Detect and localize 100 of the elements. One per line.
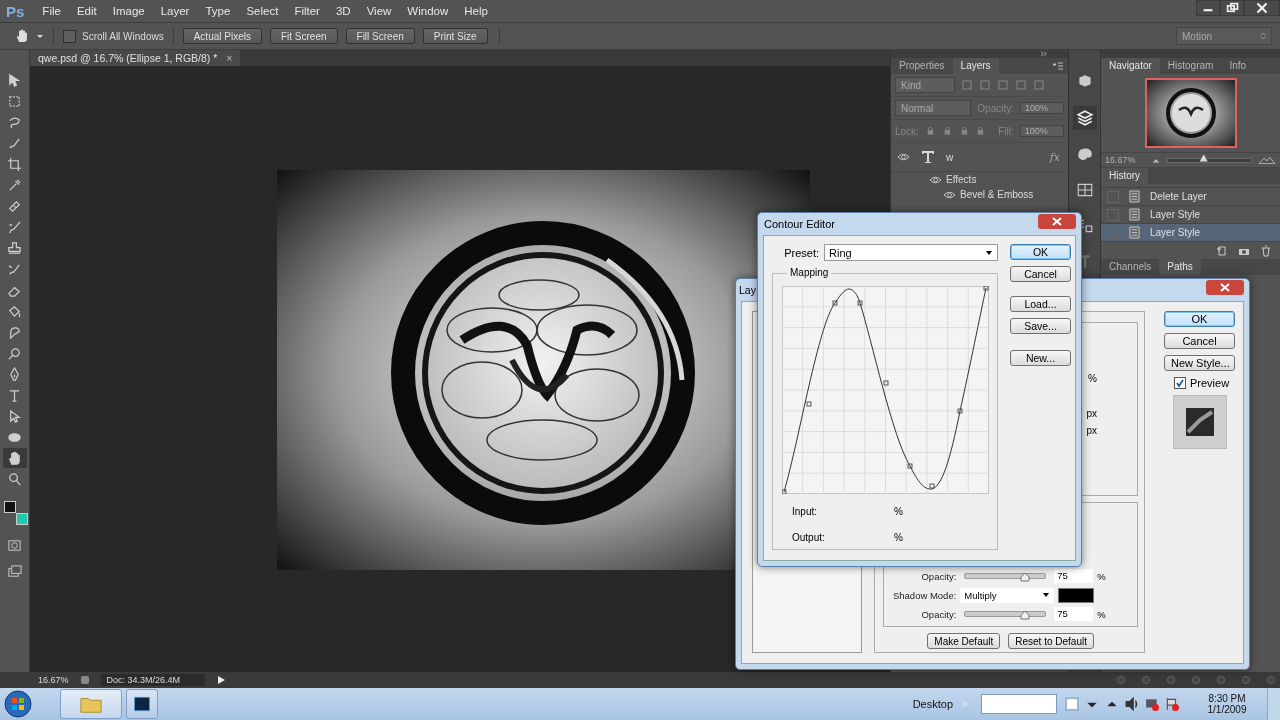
menu-item[interactable]: Edit	[68, 5, 105, 17]
finger-icon	[7, 324, 22, 340]
zoom-out-icon[interactable]	[1151, 157, 1161, 163]
close-icon[interactable]	[1244, 0, 1280, 16]
clock-time[interactable]: 8:30 PM	[1208, 693, 1246, 704]
menu-item[interactable]: Type	[197, 5, 239, 17]
effect-item[interactable]: Effects	[946, 174, 977, 185]
color-swatch[interactable]	[15, 513, 28, 525]
mode-select[interactable]: Multiply	[960, 587, 1055, 603]
menu-item[interactable]: View	[358, 5, 400, 17]
preset-select[interactable]: Ring	[824, 244, 998, 261]
menu-item[interactable]: Layer	[152, 5, 198, 17]
layers-icon[interactable]	[1072, 106, 1097, 130]
dialog-button[interactable]: Make Default	[927, 633, 1001, 649]
effects-badge[interactable]: fx	[1049, 150, 1060, 164]
dialog-button[interactable]: Cancel	[1010, 266, 1071, 282]
document-icon	[1129, 208, 1140, 221]
checkbox[interactable]	[63, 29, 76, 43]
shadow-color-swatch[interactable]	[1058, 587, 1095, 603]
flag-icon[interactable]	[1165, 697, 1179, 711]
field-label: Shadow Mode:	[891, 589, 957, 601]
zoom-slider[interactable]	[1167, 157, 1252, 163]
new-document-icon[interactable]	[1216, 244, 1228, 257]
option-button[interactable]: Actual Pixels	[182, 28, 262, 44]
slider-thumb[interactable]	[1020, 572, 1031, 582]
eye-icon[interactable]	[943, 189, 956, 200]
panel-tab[interactable]: Info	[1221, 58, 1255, 74]
dialog-button[interactable]: OK	[1164, 311, 1235, 327]
document-tab[interactable]: qwe.psd @ 16.7% (Ellipse 1, RGB/8) * ×	[30, 50, 241, 66]
opacity-slider[interactable]	[964, 573, 1047, 579]
panel-tab[interactable]: Properties	[891, 58, 953, 74]
dialog-button[interactable]: New...	[1010, 350, 1071, 366]
unit-label: %	[1088, 373, 1097, 386]
menu-item[interactable]: Filter	[286, 5, 328, 17]
field-label: Opacity:	[920, 608, 957, 620]
color-swatch[interactable]	[3, 501, 16, 513]
opacity-slider[interactable]	[964, 611, 1047, 617]
panel-tab[interactable]: Navigator	[1101, 58, 1160, 74]
eye-icon[interactable]	[897, 152, 910, 162]
dialog-button[interactable]: Cancel	[1164, 333, 1235, 349]
network-icon[interactable]	[1145, 697, 1159, 711]
menu-item[interactable]: Image	[104, 5, 153, 17]
curve-graph[interactable]	[782, 286, 989, 494]
toolbar-label[interactable]: Desktop	[912, 698, 953, 710]
checkbox[interactable]	[1174, 377, 1186, 389]
panel-tab[interactable]: Paths	[1159, 259, 1201, 275]
eye-icon[interactable]	[929, 174, 942, 185]
menu-item[interactable]: Window	[399, 5, 457, 17]
dialog-button[interactable]: New Style...	[1164, 355, 1235, 371]
square-icon[interactable]	[1065, 697, 1079, 711]
dialog-button[interactable]: Save...	[1010, 318, 1071, 334]
zoom-level[interactable]: 16.67%	[38, 675, 69, 685]
field-label: Preset:	[784, 246, 819, 259]
layer-row[interactable]: w fx	[891, 143, 1068, 172]
menu-item[interactable]: 3D	[327, 5, 359, 17]
close-icon[interactable]	[1206, 280, 1244, 295]
caret-icon[interactable]	[985, 248, 993, 257]
dialog-button[interactable]: Load...	[1010, 296, 1071, 312]
menu-item[interactable]: Help	[456, 5, 496, 17]
effect-item[interactable]: Bevel & Emboss	[960, 189, 1034, 200]
history-item[interactable]: Delete Layer	[1101, 188, 1280, 206]
dialog-button[interactable]: Reset to Default	[1008, 633, 1094, 649]
field-label: Output:	[791, 531, 826, 543]
slider-thumb[interactable]	[1020, 610, 1031, 620]
spinner-icon[interactable]	[1260, 32, 1266, 40]
panel-tab[interactable]: Channels	[1101, 259, 1160, 275]
panel-tab[interactable]: Layers	[952, 58, 999, 74]
menu-item[interactable]: Select	[238, 5, 287, 17]
panel-tab[interactable]: Histogram	[1159, 58, 1222, 74]
taskbar-button[interactable]	[126, 689, 158, 719]
screen-mode-icon[interactable]	[7, 564, 22, 579]
address-field[interactable]	[981, 694, 1057, 714]
menu-item[interactable]: File	[34, 5, 69, 17]
stamp-icon	[7, 240, 22, 256]
option-button[interactable]: Print Size	[422, 28, 488, 44]
export-icon[interactable]	[78, 674, 91, 686]
trash-icon[interactable]	[1260, 244, 1272, 257]
collapse-icon[interactable]	[1040, 51, 1048, 57]
mask-icon[interactable]	[7, 538, 22, 553]
option-button[interactable]: Fill Screen	[345, 28, 415, 44]
opacity-field[interactable]: 75	[1054, 569, 1094, 583]
clock-date[interactable]: 1/1/2009	[1207, 704, 1247, 715]
opacity-field[interactable]: 75	[1054, 607, 1094, 621]
tool-button[interactable]	[2, 448, 27, 468]
restore-icon[interactable]	[1220, 0, 1244, 16]
speaker-icon[interactable]	[1125, 697, 1139, 711]
slider-thumb[interactable]	[1199, 154, 1208, 162]
panel-tab[interactable]: History	[1101, 168, 1149, 184]
zoom-in-icon[interactable]	[1258, 156, 1276, 164]
group-title: Mapping	[787, 267, 832, 278]
caret-icon[interactable]	[1042, 591, 1051, 599]
start-button[interactable]	[4, 690, 32, 718]
zoom-field[interactable]: 16.67%	[1105, 155, 1145, 165]
hand-icon[interactable]	[14, 28, 30, 44]
history-item[interactable]: Layer Style	[1101, 224, 1280, 242]
minimize-icon[interactable]	[1196, 0, 1220, 16]
close-icon[interactable]	[1038, 214, 1076, 229]
option-button[interactable]: Fit Screen	[269, 28, 338, 44]
panel-menu-icon[interactable]	[1052, 62, 1064, 70]
dialog-button[interactable]: OK	[1010, 244, 1071, 260]
